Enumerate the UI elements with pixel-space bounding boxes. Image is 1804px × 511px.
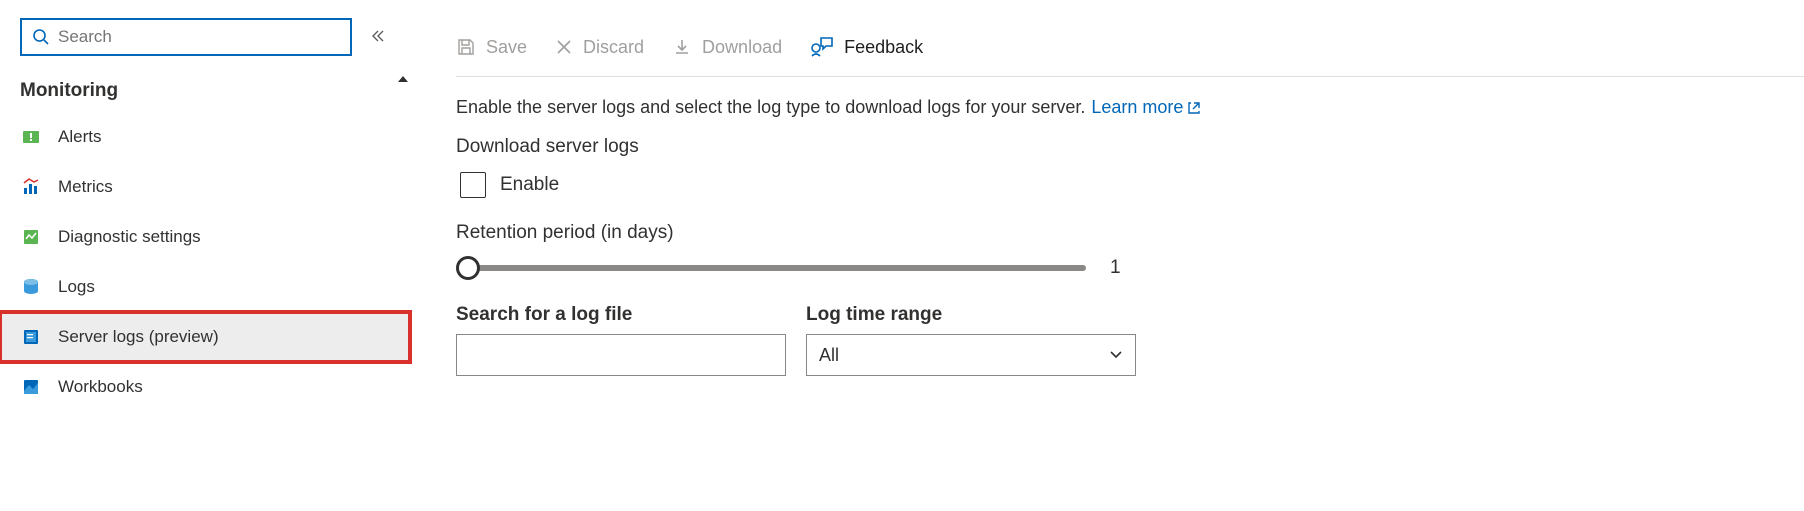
metrics-icon <box>20 176 42 198</box>
download-server-logs-label: Download server logs <box>456 128 1804 166</box>
scroll-up-indicator[interactable] <box>396 72 410 86</box>
sidebar-section-monitoring: Monitoring <box>0 70 410 112</box>
search-log-label: Search for a log file <box>456 304 786 326</box>
sidebar-item-label: Logs <box>58 277 95 297</box>
feedback-label: Feedback <box>844 37 923 58</box>
sidebar-item-metrics[interactable]: Metrics <box>0 162 410 212</box>
chevron-down-icon <box>1109 350 1123 360</box>
select-value: All <box>819 345 839 366</box>
search-input[interactable] <box>58 27 340 47</box>
slider-track <box>466 265 1086 271</box>
diagnostic-icon <box>20 226 42 248</box>
log-time-range-label: Log time range <box>806 304 1136 326</box>
sidebar-item-logs[interactable]: Logs <box>0 262 410 312</box>
sidebar-item-label: Metrics <box>58 177 113 197</box>
enable-label: Enable <box>500 174 559 196</box>
chevron-double-left-icon <box>370 28 386 44</box>
sidebar-item-diagnostic-settings[interactable]: Diagnostic settings <box>0 212 410 262</box>
feedback-button[interactable]: Feedback <box>810 36 923 58</box>
external-link-icon <box>1187 101 1201 115</box>
discard-button[interactable]: Discard <box>555 37 644 58</box>
log-time-range-select[interactable]: All <box>806 334 1136 376</box>
sidebar-item-server-logs[interactable]: Server logs (preview) <box>0 312 410 362</box>
workbooks-icon <box>20 376 42 398</box>
sidebar-item-label: Server logs (preview) <box>58 327 219 347</box>
sidebar-item-label: Workbooks <box>58 377 143 397</box>
sidebar-item-alerts[interactable]: Alerts <box>0 112 410 162</box>
main-content: Save Discard Download Feedback Enable th… <box>410 0 1804 511</box>
collapse-sidebar-button[interactable] <box>370 28 390 47</box>
search-icon <box>32 28 50 46</box>
sidebar-item-workbooks[interactable]: Workbooks <box>0 362 410 412</box>
feedback-icon <box>810 36 834 58</box>
enable-checkbox[interactable] <box>460 172 486 198</box>
save-label: Save <box>486 37 527 58</box>
toolbar: Save Discard Download Feedback <box>456 36 1804 77</box>
download-label: Download <box>702 37 782 58</box>
sidebar-item-label: Diagnostic settings <box>58 227 201 247</box>
slider-thumb[interactable] <box>456 256 480 280</box>
retention-slider[interactable] <box>456 256 1086 280</box>
retention-label: Retention period (in days) <box>456 214 1804 252</box>
description-text: Enable the server logs and select the lo… <box>456 97 1085 118</box>
sidebar-item-label: Alerts <box>58 127 101 147</box>
alerts-icon <box>20 126 42 148</box>
search-log-input[interactable] <box>456 334 786 376</box>
retention-value: 1 <box>1110 257 1121 279</box>
logs-icon <box>20 276 42 298</box>
download-button[interactable]: Download <box>672 37 782 58</box>
server-logs-icon <box>20 326 42 348</box>
save-button[interactable]: Save <box>456 37 527 58</box>
discard-label: Discard <box>583 37 644 58</box>
discard-icon <box>555 38 573 56</box>
sidebar: Monitoring Alerts Metrics Diagnostic set… <box>0 0 410 511</box>
learn-more-link[interactable]: Learn more <box>1091 97 1201 118</box>
save-icon <box>456 37 476 57</box>
search-box[interactable] <box>20 18 352 56</box>
learn-more-label: Learn more <box>1091 97 1183 118</box>
download-icon <box>672 37 692 57</box>
